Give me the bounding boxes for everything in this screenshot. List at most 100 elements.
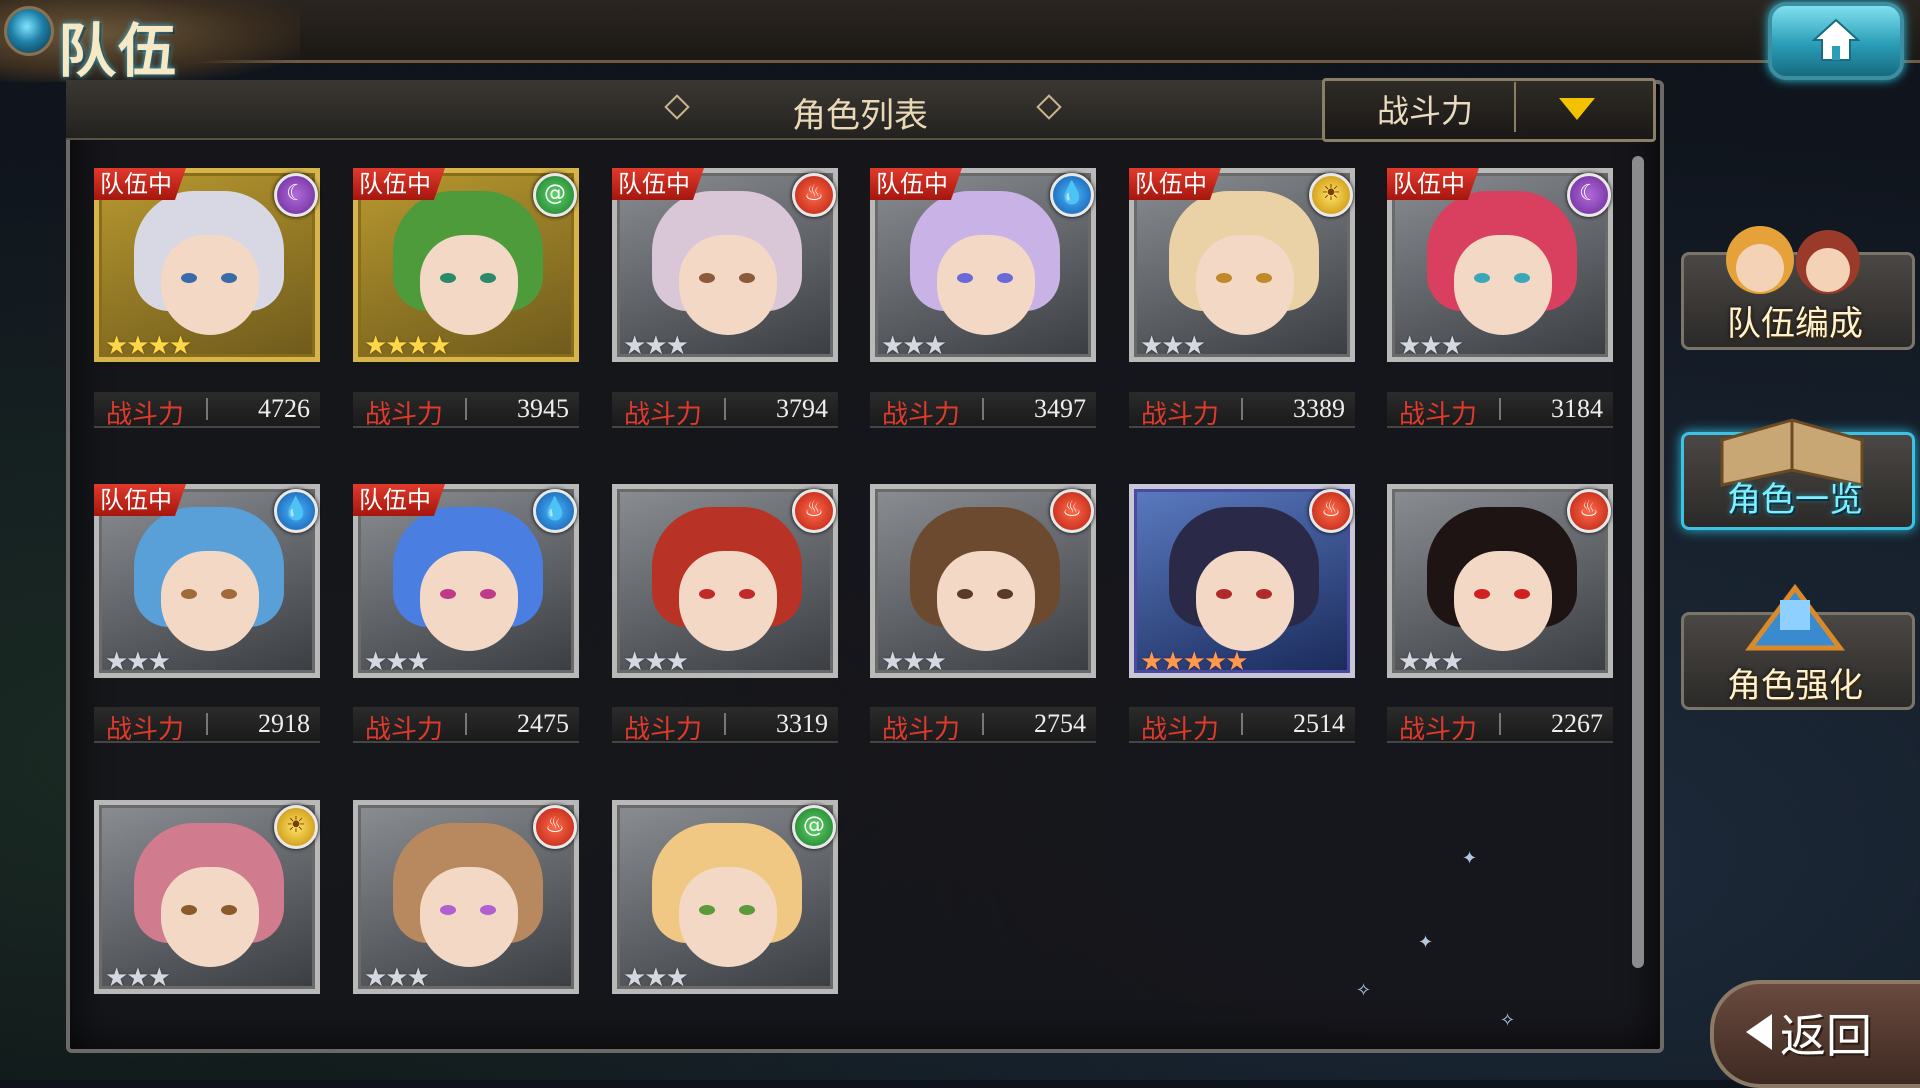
character-eye [440,589,456,599]
character-eye [181,905,197,915]
power-value: 3794 [776,394,828,423]
power-value: 3945 [517,394,569,423]
character-face [1454,235,1552,335]
character-card[interactable]: ★★★★★ ♨ [1129,484,1355,678]
scrollbar-thumb[interactable] [1632,156,1644,968]
character-face [679,235,777,335]
character-eye [480,589,496,599]
sparkle-decoration: ✦ [1462,848,1478,869]
character-face [679,867,777,967]
fire-icon: ♨ [533,805,577,849]
character-card[interactable]: ★★★ 队伍中 ☾ [1387,168,1613,362]
character-card[interactable]: ★★★ 队伍中 💧 [94,484,320,678]
power-bar: 战斗力 3945 [353,392,579,430]
power-bar: 战斗力 3497 [870,392,1096,430]
power-separator [982,713,984,735]
power-label: 战斗力 [1399,715,1478,745]
power-bar: 战斗力 3184 [1387,392,1613,430]
power-separator [724,713,726,735]
upgrade-icon [1745,583,1845,651]
rarity-stars-icon: ★★★★ [105,331,192,361]
character-eye [699,589,715,599]
rarity-stars-icon: ★★★ [881,647,947,677]
character-eye [739,589,755,599]
water-icon: 💧 [274,489,318,533]
in-team-badge: 队伍中 [870,168,962,200]
power-separator [1241,713,1243,735]
character-card[interactable]: ★★★ 队伍中 💧 [870,168,1096,362]
power-separator [1499,398,1501,420]
character-face [937,551,1035,651]
rarity-stars-icon: ★★★ [623,963,689,993]
power-bar: 战斗力 2918 [94,707,320,745]
power-bar: 战斗力 3794 [612,392,838,430]
character-card[interactable]: ★★★ 队伍中 ♨ [612,168,838,362]
character-face [679,551,777,651]
team-formation-label: 队伍编成 [1727,304,1863,344]
character-eye [1514,273,1530,283]
character-card[interactable]: ★★★ 队伍中 💧 [353,484,579,678]
in-team-badge: 队伍中 [612,168,704,200]
power-label: 战斗力 [882,715,961,745]
character-face [420,867,518,967]
moon-icon: ☾ [1567,173,1611,217]
fire-icon: ♨ [1309,489,1353,533]
character-face [1196,235,1294,335]
character-card[interactable]: ★★★ @ [612,800,838,994]
rarity-stars-icon: ★★★ [623,331,689,361]
character-card[interactable]: ★★★★ 队伍中 @ [353,168,579,362]
fire-icon: ♨ [792,173,836,217]
fire-icon: ♨ [1567,489,1611,533]
character-card[interactable]: ★★★ ♨ [612,484,838,678]
sun-icon: ☀ [274,805,318,849]
power-value: 2267 [1551,709,1603,738]
character-eye [1514,589,1530,599]
power-bar: 战斗力 2475 [353,707,579,745]
back-arrow-icon [1746,1014,1772,1050]
power-value: 3184 [1551,394,1603,423]
character-eye [1474,589,1490,599]
rarity-stars-icon: ★★★★ [364,331,451,361]
power-value: 3389 [1293,394,1345,423]
character-card[interactable]: ★★★ ♨ [353,800,579,994]
characters-portrait-icon [1726,226,1860,294]
character-eye [1256,589,1272,599]
power-separator [206,398,208,420]
power-bar: 战斗力 4726 [94,392,320,430]
home-button[interactable] [1768,2,1904,80]
character-card[interactable]: ★★★ ♨ [1387,484,1613,678]
power-separator [982,398,984,420]
power-label: 战斗力 [106,715,185,745]
power-separator [1499,713,1501,735]
character-eye [1216,273,1232,283]
character-card[interactable]: ★★★ ☀ [94,800,320,994]
character-eye [221,905,237,915]
character-eye [699,273,715,283]
character-card[interactable]: ★★★★ 队伍中 ☾ [94,168,320,362]
power-label: 战斗力 [624,715,703,745]
rarity-stars-icon: ★★★ [364,963,430,993]
character-face [161,235,259,335]
power-label: 战斗力 [1141,400,1220,430]
power-value: 2918 [258,709,310,738]
rarity-stars-icon: ★★★ [1398,647,1464,677]
character-eye [181,273,197,283]
rarity-stars-icon: ★★★ [105,963,171,993]
character-face [420,551,518,651]
character-card[interactable]: ★★★ ♨ [870,484,1096,678]
character-eye [440,905,456,915]
character-eye [699,905,715,915]
character-eye [181,589,197,599]
chevron-down-icon[interactable] [1559,98,1595,120]
power-value: 3497 [1034,394,1086,423]
character-eye [997,273,1013,283]
power-separator [465,713,467,735]
rarity-stars-icon: ★★★ [364,647,430,677]
in-team-badge: 队伍中 [94,484,186,516]
character-eye [957,589,973,599]
power-separator [724,398,726,420]
character-eye [440,273,456,283]
sparkle-decoration: ✧ [1356,980,1372,1001]
character-card[interactable]: ★★★ 队伍中 ☀ [1129,168,1355,362]
power-label: 战斗力 [1141,715,1220,745]
